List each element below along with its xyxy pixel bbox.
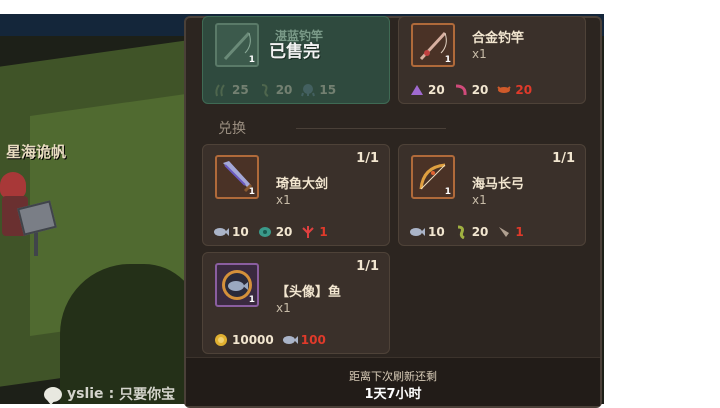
gold-coin-icon [215,334,227,346]
item-quantity: x1 [472,193,487,207]
chat-text: 只要你宝 [119,387,176,403]
fish-icon [214,228,229,236]
player-character[interactable] [0,172,60,257]
cost-entry: 100 [282,333,326,347]
shop-item-card[interactable]: 1/1 1 【头像】鱼 x1 10000 100 [202,252,390,354]
shrimp-icon [455,84,467,96]
cost-amount: 20 [275,83,293,97]
cost-amount: 20 [428,83,445,97]
cost-entry: 10000 [213,333,274,347]
cost-amount: 1 [319,225,328,239]
item-costs: 10 20 1 [409,225,524,239]
chat-bubble-icon [44,386,62,405]
chat-message: yslie: 只要你宝 [44,384,176,405]
cost-entry: 15 [300,83,336,97]
cost-amount: 20 [471,225,489,239]
item-name: 琦鱼大剑 [276,177,329,192]
sold-out-label: 已售完 [269,42,320,62]
character-hood [0,172,26,198]
shop-item-card[interactable]: 1/1 1 琦鱼大剑 x1 10 20 1 [202,144,390,246]
item-thumbnail: 1 [215,155,259,199]
cost-amount: 1 [515,225,524,239]
shell-icon [411,85,423,95]
crayfish-icon [497,86,512,93]
bush [60,264,200,404]
cost-amount: 10 [232,225,249,239]
cost-amount: 25 [232,83,249,97]
item-thumbnail: 1 [411,155,455,199]
seahorse-icon [261,84,269,97]
cost-entry: 25 [213,83,249,97]
item-thumb-count: 1 [248,187,255,197]
octopus-icon [301,84,316,97]
cost-entry: 20 [453,83,489,97]
cost-entry: 20 [257,225,293,239]
cost-entry: 10 [213,225,249,239]
cost-entry: 20 [409,83,445,97]
refresh-label: 距离下次刷新还剩 [349,370,437,383]
item-costs: 10 20 1 [213,225,328,239]
cost-entry: 10 [409,225,445,239]
cost-amount: 10 [428,225,445,239]
coral-icon [302,226,315,238]
exchange-shop-panel: 1 湛蓝钓竿 已售完 25 20 15 1 合金钓竿 x1 20 20 20 兑… [184,16,602,408]
refresh-countdown: 1天7小时 [364,387,422,402]
item-costs: 10000 100 [213,333,326,347]
item-stock: 1/1 [356,151,379,166]
item-thumb-count: 1 [248,55,255,65]
section-divider [296,128,446,129]
item-costs: 20 20 20 [409,83,532,97]
cost-amount: 20 [275,225,293,239]
item-thumbnail: 1 [215,263,259,307]
turtle-icon [258,227,271,237]
item-thumb-count: 1 [248,295,255,305]
item-thumbnail: 1 [215,23,259,67]
location-label: 星海诡帆 [6,143,67,161]
seahorse-icon [457,225,465,239]
item-quantity: x1 [472,47,487,61]
cost-amount: 15 [319,83,337,97]
cost-entry: 20 [257,83,293,97]
item-name: 海马长弓 [472,177,525,192]
seaweed-icon [215,84,225,97]
cost-entry: 1 [496,225,524,239]
item-quantity: x1 [276,301,291,315]
refresh-footer: 距离下次刷新还剩 1天7小时 [186,357,600,406]
squid-icon [499,227,510,237]
item-name: 【头像】鱼 [276,285,342,300]
fish-icon [282,336,298,344]
cost-entry: 20 [496,83,532,97]
chat-separator: : [108,386,115,402]
fish-icon [410,228,425,236]
item-thumb-count: 1 [444,55,451,65]
cost-entry: 1 [300,225,328,239]
cost-amount: 100 [300,333,326,347]
cost-entry: 20 [453,225,489,239]
shop-item-card[interactable]: 1 合金钓竿 x1 20 20 20 [398,16,586,104]
cost-amount: 20 [515,83,533,97]
chat-user: yslie [67,386,104,402]
shop-item-card[interactable]: 1/1 1 海马长弓 x1 10 20 1 [398,144,586,246]
item-name: 合金钓竿 [472,31,525,46]
shop-item-card-sold[interactable]: 1 湛蓝钓竿 已售完 25 20 15 [202,16,390,104]
item-stock: 1/1 [356,259,379,274]
item-quantity: x1 [276,193,291,207]
item-thumb-count: 1 [444,187,451,197]
section-exchange-label: 兑换 [218,121,246,137]
item-thumbnail: 1 [411,23,455,67]
cost-amount: 20 [471,83,489,97]
item-stock: 1/1 [552,151,575,166]
item-costs: 25 20 15 [213,83,336,97]
cost-amount: 10000 [232,333,274,347]
